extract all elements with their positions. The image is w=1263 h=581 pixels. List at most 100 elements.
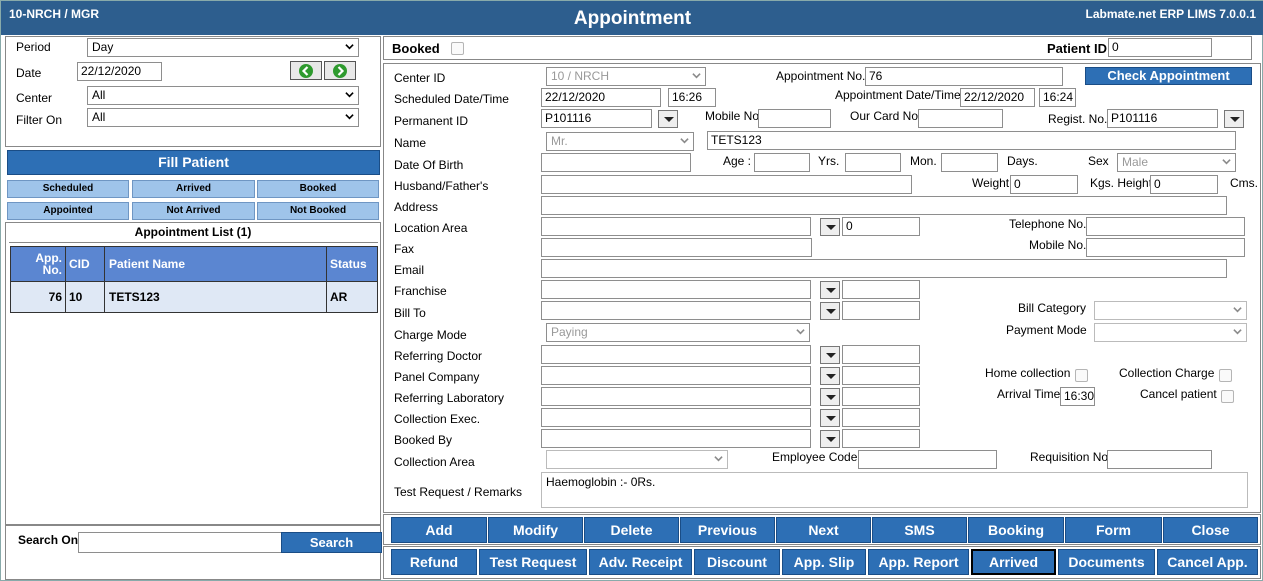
fax-input[interactable] xyxy=(541,238,812,257)
bill-category-select[interactable] xyxy=(1094,301,1247,320)
dob-input[interactable] xyxy=(541,153,691,172)
regist-no-input[interactable]: P101116 xyxy=(1107,109,1218,128)
permanent-id-dropdown-button[interactable] xyxy=(658,110,678,128)
sex-select[interactable]: Male xyxy=(1117,153,1236,172)
app-report-button[interactable]: App. Report xyxy=(868,549,969,575)
period-select[interactable]: Day xyxy=(87,38,359,57)
mobile-no-input[interactable] xyxy=(758,109,831,128)
booked-by-dropdown-button[interactable] xyxy=(820,430,840,448)
weight-input[interactable]: 0 xyxy=(1010,175,1078,194)
arrived-button[interactable]: Arrived xyxy=(971,549,1056,575)
referring-lab-dropdown-button[interactable] xyxy=(820,388,840,406)
filter-not-booked[interactable]: Not Booked xyxy=(257,202,379,220)
patient-id-input[interactable]: 0 xyxy=(1108,38,1212,57)
franchise-dropdown-button[interactable] xyxy=(820,281,840,299)
date-input[interactable]: 22/12/2020 xyxy=(77,62,162,81)
collection-exec-dropdown-button[interactable] xyxy=(820,409,840,427)
bill-to-input[interactable] xyxy=(541,301,811,320)
table-row[interactable]: 76 10 TETS123 AR xyxy=(10,281,378,313)
collection-exec-input[interactable] xyxy=(541,408,811,427)
col-app-no[interactable]: App. No. xyxy=(10,246,66,282)
col-patient-name[interactable]: Patient Name xyxy=(104,246,327,282)
center-id-select[interactable]: 10 / NRCH xyxy=(546,67,706,86)
arrival-time-input[interactable]: 16:30 xyxy=(1060,387,1095,406)
franchise-input[interactable] xyxy=(541,280,811,299)
test-request-button[interactable]: Test Request xyxy=(479,549,587,575)
home-collection-checkbox[interactable] xyxy=(1075,369,1088,382)
age-months-input[interactable] xyxy=(845,153,901,172)
cancel-app-button[interactable]: Cancel App. xyxy=(1157,549,1258,575)
collection-charge-checkbox[interactable] xyxy=(1219,369,1232,382)
referring-lab-input[interactable] xyxy=(541,387,811,406)
location-code-input[interactable]: 0 xyxy=(842,217,920,236)
bill-to-dropdown-button[interactable] xyxy=(820,302,840,320)
center-select[interactable]: All xyxy=(87,86,359,105)
employee-code-input[interactable] xyxy=(858,450,997,469)
appointment-no-input[interactable]: 76 xyxy=(865,67,1063,86)
bill-to-code-input[interactable] xyxy=(842,301,920,320)
regist-no-dropdown-button[interactable] xyxy=(1224,110,1244,128)
documents-button[interactable]: Documents xyxy=(1058,549,1155,575)
search-button[interactable]: Search xyxy=(281,532,382,553)
filter-appointed[interactable]: Appointed xyxy=(7,202,129,220)
sms-button[interactable]: SMS xyxy=(872,517,967,543)
scheduled-date-input[interactable]: 22/12/2020 xyxy=(541,88,661,107)
panel-company-dropdown-button[interactable] xyxy=(820,367,840,385)
test-request-textarea[interactable]: Haemoglobin :- 0Rs. xyxy=(541,472,1248,508)
permanent-id-input[interactable]: P101116 xyxy=(541,109,652,128)
scheduled-time-input[interactable]: 16:26 xyxy=(668,88,716,107)
appointment-time-input[interactable]: 16:24 xyxy=(1039,88,1076,107)
prev-date-button[interactable] xyxy=(290,61,322,80)
adv-receipt-button[interactable]: Adv. Receipt xyxy=(589,549,692,575)
booking-button[interactable]: Booking xyxy=(968,517,1064,543)
form-button[interactable]: Form xyxy=(1065,517,1162,543)
cancel-patient-checkbox[interactable] xyxy=(1221,390,1234,403)
add-button[interactable]: Add xyxy=(391,517,487,543)
collection-exec-code-input[interactable] xyxy=(842,408,920,427)
filter-on-select[interactable]: All xyxy=(87,108,359,127)
franchise-code-input[interactable] xyxy=(842,280,920,299)
col-status[interactable]: Status xyxy=(326,246,378,282)
modify-button[interactable]: Modify xyxy=(488,517,583,543)
filter-not-arrived[interactable]: Not Arrived xyxy=(132,202,255,220)
referring-lab-code-input[interactable] xyxy=(842,387,920,406)
panel-company-code-input[interactable] xyxy=(842,366,920,385)
our-card-input[interactable] xyxy=(918,109,1003,128)
telephone-input[interactable] xyxy=(1086,217,1245,236)
charge-mode-select[interactable]: Paying xyxy=(546,323,810,342)
requisition-no-input[interactable] xyxy=(1107,450,1212,469)
collection-area-select[interactable] xyxy=(546,450,728,469)
address-input[interactable] xyxy=(541,196,1227,215)
col-cid[interactable]: CID xyxy=(65,246,105,282)
booked-checkbox[interactable] xyxy=(451,42,464,55)
mobile-no-2-input[interactable] xyxy=(1086,238,1245,257)
next-date-button[interactable] xyxy=(324,61,356,80)
check-appointment-button[interactable]: Check Appointment xyxy=(1085,67,1252,85)
husband-father-input[interactable] xyxy=(541,175,912,194)
search-input[interactable] xyxy=(78,532,282,553)
delete-button[interactable]: Delete xyxy=(584,517,679,543)
filter-booked[interactable]: Booked xyxy=(257,180,379,198)
referring-doctor-code-input[interactable] xyxy=(842,345,920,364)
age-years-input[interactable] xyxy=(754,153,810,172)
title-select[interactable]: Mr. xyxy=(546,132,694,151)
filter-scheduled[interactable]: Scheduled xyxy=(7,180,129,198)
panel-company-input[interactable] xyxy=(541,366,811,385)
discount-button[interactable]: Discount xyxy=(694,549,780,575)
previous-button[interactable]: Previous xyxy=(680,517,775,543)
app-slip-button[interactable]: App. Slip xyxy=(782,549,866,575)
email-input[interactable] xyxy=(541,259,1227,278)
referring-doctor-input[interactable] xyxy=(541,345,811,364)
location-area-input[interactable] xyxy=(541,217,811,236)
location-area-dropdown-button[interactable] xyxy=(820,218,840,236)
filter-arrived[interactable]: Arrived xyxy=(132,180,255,198)
referring-doctor-dropdown-button[interactable] xyxy=(820,346,840,364)
payment-mode-select[interactable] xyxy=(1094,323,1247,342)
next-button[interactable]: Next xyxy=(776,517,871,543)
appointment-date-input[interactable]: 22/12/2020 xyxy=(960,88,1035,107)
refund-button[interactable]: Refund xyxy=(391,549,477,575)
patient-name-input[interactable]: TETS123 xyxy=(707,131,1236,150)
height-input[interactable]: 0 xyxy=(1150,175,1218,194)
age-days-input[interactable] xyxy=(941,153,998,172)
booked-by-code-input[interactable] xyxy=(842,429,920,448)
